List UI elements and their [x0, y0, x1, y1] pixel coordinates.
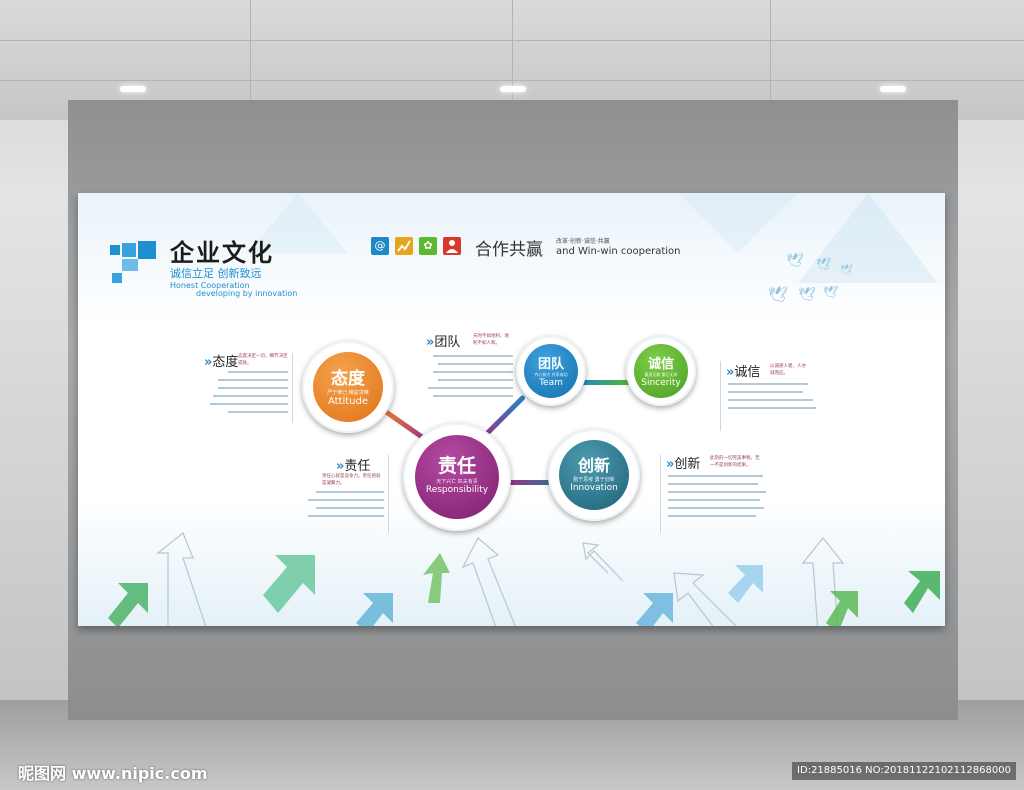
responsibility-heading: »责任 — [336, 459, 371, 474]
innovation-description: 此刻的一切完美事物，无一不是创新的结果。 — [710, 456, 760, 468]
text-filler-line — [308, 515, 384, 517]
responsibility-title-en: Responsibility — [425, 485, 489, 495]
watermark-right: ID:21885016 NO:20181122102112868000 — [792, 762, 1016, 780]
team-description: 天时不如地利，地利不如人和。 — [473, 334, 509, 346]
bird-icon: 🕊 — [840, 265, 853, 276]
ceiling-lamp — [500, 86, 526, 92]
logo-square — [122, 259, 138, 271]
team-slogan: 齐心协力 共享成功 — [534, 372, 568, 377]
cooperation-keywords: 改革·创新·诚信·共赢 — [556, 238, 610, 245]
logo-square — [110, 245, 120, 255]
text-filler-line — [438, 379, 513, 381]
text-filler-line — [668, 475, 763, 477]
text-filler-line — [433, 395, 513, 397]
attitude-title: 态度 — [331, 369, 365, 389]
divider — [660, 455, 661, 533]
innovation-disc: 创新 勤于思考 勇于创新 Innovation — [559, 440, 629, 510]
chart-icon — [395, 237, 413, 255]
person-icon — [443, 237, 461, 255]
cooperation-title: 合作共赢 — [475, 240, 543, 260]
sincerity-title-en: Sincerity — [641, 378, 681, 388]
text-filler-line — [728, 391, 803, 393]
arrow-decoration — [108, 532, 940, 626]
bird-icon: 🕊 — [768, 285, 789, 304]
innovation-circle: 创新 勤于思考 勇于创新 Innovation — [548, 429, 640, 521]
text-filler-line — [316, 507, 384, 509]
attitude-disc: 态度 严于律己 精益求精 Attitude — [313, 352, 383, 422]
text-filler-line — [228, 371, 288, 373]
logo-square — [138, 241, 156, 259]
text-filler-line — [308, 499, 384, 501]
text-filler-line — [668, 515, 756, 517]
text-filler-line — [438, 363, 513, 365]
culture-board: 企业文化 诚信立足 创新致远 Honest Cooperation develo… — [78, 193, 945, 626]
responsibility-disc: 责任 天下兴亡 匹夫有责 Responsibility — [415, 435, 499, 519]
at-icon: @ — [371, 237, 389, 255]
text-filler-line — [218, 379, 288, 381]
bird-icon: 🕊 — [816, 257, 832, 271]
text-filler-line — [210, 403, 288, 405]
divider — [720, 361, 721, 431]
text-filler-line — [316, 491, 384, 493]
ceiling-lamp — [880, 86, 906, 92]
bird-icon: 🕊 — [823, 285, 839, 299]
responsibility-circle: 责任 天下兴亡 匹夫有责 Responsibility — [403, 423, 511, 531]
cooperation-title-en: and Win-win cooperation — [556, 246, 681, 257]
text-filler-line — [213, 395, 288, 397]
text-filler-line — [218, 387, 288, 389]
sincerity-description: 以诚感人者，人亦诚而应。 — [770, 364, 806, 376]
bird-icon: 🕊 — [798, 287, 816, 303]
innovation-title-en: Innovation — [570, 483, 618, 493]
text-filler-line — [668, 491, 766, 493]
responsibility-description: 责任心就是竞争力，责任感就是凝聚力。 — [322, 474, 381, 486]
sincerity-title: 诚信 — [647, 357, 674, 372]
text-filler-line — [428, 387, 513, 389]
logo-square — [122, 243, 136, 257]
watermark-left: 昵图网 www.nipic.com — [18, 764, 208, 783]
sincerity-disc: 诚信 童叟无欺 重石无弃 Sincerity — [634, 344, 688, 398]
page-subtitle: 诚信立足 创新致远 — [170, 267, 262, 280]
divider — [388, 455, 389, 533]
logo-square — [112, 273, 122, 283]
text-filler-line — [668, 507, 764, 509]
team-title: 团队 — [537, 357, 564, 372]
innovation-slogan: 勤于思考 勇于创新 — [573, 477, 615, 483]
attitude-description: 态度决定一切，细节决定成败。 — [238, 354, 288, 366]
bird-icon: 🕊 — [786, 253, 804, 269]
attitude-heading: »态度 — [204, 355, 239, 370]
text-filler-line — [433, 371, 513, 373]
flower-icon: ✿ — [419, 237, 437, 255]
text-filler-line — [668, 499, 760, 501]
sincerity-slogan: 童叟无欺 重石无弃 — [644, 372, 678, 377]
text-filler-line — [728, 407, 816, 409]
attitude-slogan: 严于律己 精益求精 — [327, 390, 369, 396]
divider — [292, 353, 293, 423]
text-filler-line — [668, 483, 758, 485]
text-filler-line — [433, 355, 513, 357]
innovation-title: 创新 — [577, 456, 610, 475]
responsibility-title: 责任 — [437, 455, 476, 477]
text-filler-line — [728, 383, 808, 385]
background-triangle — [678, 193, 798, 253]
sincerity-circle: 诚信 童叟无欺 重石无弃 Sincerity — [626, 336, 696, 406]
team-circle: 团队 齐心协力 共享成功 Team — [516, 336, 586, 406]
innovation-heading: »创新 — [666, 457, 701, 472]
responsibility-slogan: 天下兴亡 匹夫有责 — [436, 479, 478, 485]
team-title-en: Team — [539, 378, 563, 388]
team-heading: »团队 — [426, 335, 461, 350]
page-subtitle-en: developing by innovation — [196, 289, 298, 298]
attitude-title-en: Attitude — [327, 396, 369, 407]
team-disc: 团队 齐心协力 共享成功 Team — [524, 344, 578, 398]
page-title: 企业文化 — [170, 239, 274, 267]
text-filler-line — [228, 411, 288, 413]
text-filler-line — [728, 399, 813, 401]
sincerity-heading: »诚信 — [726, 365, 761, 380]
attitude-circle: 态度 严于律己 精益求精 Attitude — [302, 341, 394, 433]
ceiling-lamp — [120, 86, 146, 92]
connector-line — [580, 380, 632, 385]
